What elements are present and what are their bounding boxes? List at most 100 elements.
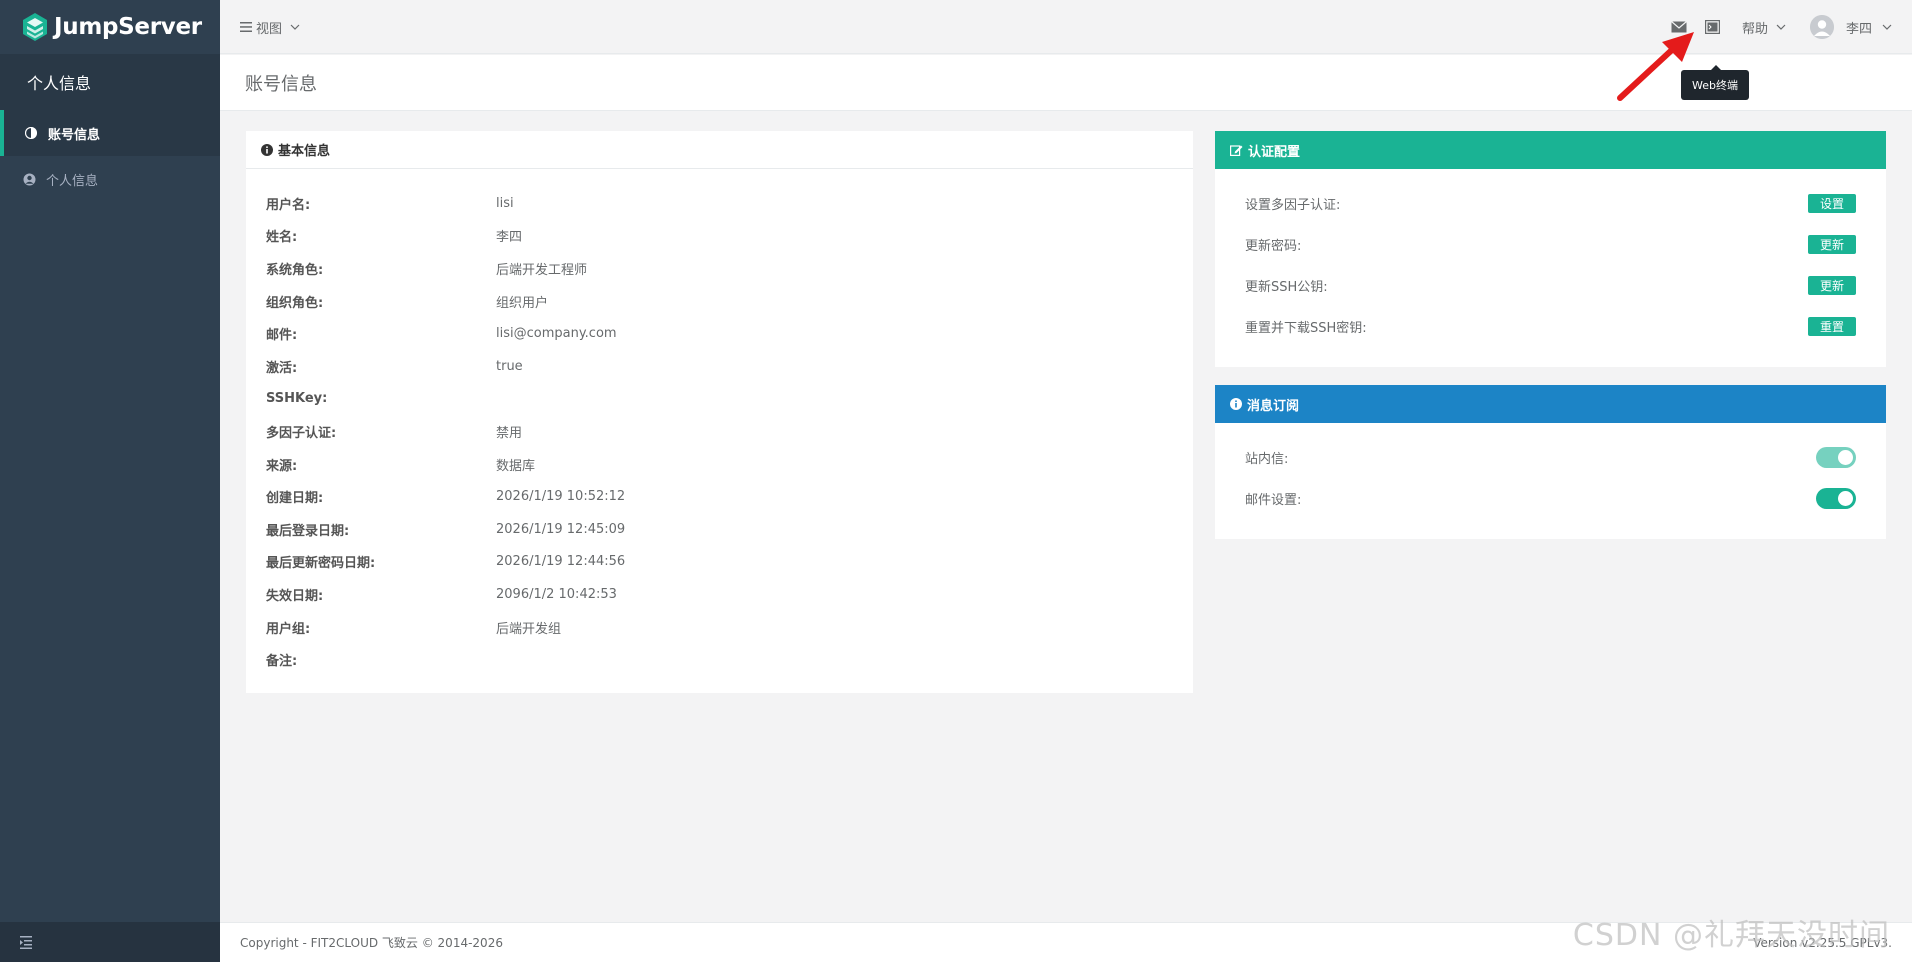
auth-option-label: 更新SSH公钥: <box>1245 280 1328 295</box>
toggle-knob <box>1838 450 1853 465</box>
info-label: 多因子认证: <box>266 425 337 441</box>
edit-icon <box>1230 144 1243 156</box>
info-label: 备注: <box>266 654 298 670</box>
sidebar-section-title: 个人信息 <box>0 54 220 110</box>
info-row-active: 激活: true <box>266 350 1193 383</box>
sidebar: JumpServer 个人信息 账号信息 个人信息 <box>0 0 220 962</box>
info-row-comment: 备注: <box>266 643 1193 676</box>
basic-info-panel: 基本信息 用户名: lisi 姓名: 李四 系统角色: 后端开发工程师 组织角色: 组织… <box>246 131 1193 693</box>
subscription-list: 站内信: 邮件设置: <box>1215 423 1886 519</box>
brand-name: JumpServer <box>54 14 202 40</box>
half-circle-icon <box>24 126 38 140</box>
info-value: 李四 <box>496 230 523 246</box>
info-circle-icon <box>261 143 273 156</box>
view-menu-label: 视图 <box>256 21 283 37</box>
site-message-toggle[interactable] <box>1816 447 1856 468</box>
info-row-name: 姓名: 李四 <box>266 220 1193 253</box>
info-value: 禁用 <box>496 425 523 441</box>
email-toggle[interactable] <box>1816 488 1856 509</box>
info-label: 系统角色: <box>266 262 324 278</box>
user-menu[interactable]: 李四 <box>1809 15 1892 39</box>
info-row-username: 用户名: lisi <box>266 187 1193 220</box>
update-password-button[interactable]: 更新 <box>1808 235 1856 254</box>
info-label: 最后登录日期: <box>266 523 350 539</box>
auth-config-panel: 认证配置 设置多因子认证: 设置 更新密码: 更新 更新SSH公钥: 更新 重置… <box>1215 131 1886 367</box>
info-value: 后端开发组 <box>496 621 562 637</box>
user-circle-icon <box>22 172 36 186</box>
auth-config-list: 设置多因子认证: 设置 更新密码: 更新 更新SSH公钥: 更新 重置并下载SS… <box>1215 169 1886 347</box>
info-value: 数据库 <box>496 458 536 474</box>
web-terminal-tooltip: Web终端 <box>1681 65 1749 100</box>
copyright-text: Copyright - FIT2CLOUD 飞致云 © 2014-2026 <box>240 936 503 950</box>
info-label: 用户组: <box>266 621 311 637</box>
toggle-knob <box>1838 491 1853 506</box>
info-value: 后端开发工程师 <box>496 262 588 278</box>
info-label: 用户名: <box>266 197 311 213</box>
info-label: 最后更新密码日期: <box>266 556 376 572</box>
auth-option-label: 设置多因子认证: <box>1245 198 1341 213</box>
auth-option-ssh-public-key: 更新SSH公钥: 更新 <box>1245 265 1856 306</box>
logo[interactable]: JumpServer <box>0 0 220 54</box>
avatar <box>1809 15 1834 39</box>
subscription-option-label: 站内信: <box>1245 452 1289 467</box>
info-row-expires: 失效日期: 2096/1/2 10:42:53 <box>266 578 1193 611</box>
view-menu[interactable]: 视图 <box>240 0 300 54</box>
setup-mfa-button[interactable]: 设置 <box>1808 194 1856 213</box>
sidebar-item-account-info[interactable]: 账号信息 <box>0 110 220 156</box>
topbar-actions: 帮助 李四 <box>1671 0 1892 54</box>
info-row-mfa: 多因子认证: 禁用 <box>266 415 1193 448</box>
basic-info-list: 用户名: lisi 姓名: 李四 系统角色: 后端开发工程师 组织角色: 组织用户 邮件… <box>246 169 1193 676</box>
auth-option-mfa: 设置多因子认证: 设置 <box>1245 183 1856 224</box>
info-label: 激活: <box>266 360 298 376</box>
info-value: lisi@company.com <box>496 326 617 342</box>
update-ssh-key-button[interactable]: 更新 <box>1808 276 1856 295</box>
info-row-password-updated: 最后更新密码日期: 2026/1/19 12:44:56 <box>266 546 1193 579</box>
help-menu[interactable]: 帮助 <box>1742 18 1786 37</box>
info-label: 创建日期: <box>266 491 324 507</box>
subscription-header: 消息订阅 <box>1215 385 1886 423</box>
reset-ssh-key-button[interactable]: 重置 <box>1808 317 1856 336</box>
info-value: lisi <box>496 195 514 211</box>
sidebar-item-label: 个人信息 <box>46 173 99 189</box>
info-row-last-login: 最后登录日期: 2026/1/19 12:45:09 <box>266 513 1193 546</box>
auth-option-label: 重置并下载SSH密钥: <box>1245 321 1367 336</box>
info-circle-icon <box>1230 398 1242 410</box>
auth-config-header: 认证配置 <box>1215 131 1886 169</box>
menu-collapse-icon <box>20 936 32 949</box>
info-label: 组织角色: <box>266 295 324 311</box>
info-value: true <box>496 358 523 374</box>
auth-option-password: 更新密码: 更新 <box>1245 224 1856 265</box>
info-value: 2026/1/19 12:45:09 <box>496 521 626 537</box>
help-label: 帮助 <box>1741 21 1768 37</box>
watermark: CSDN @礼拜天没时间 <box>1572 918 1890 953</box>
sidebar-item-label: 账号信息 <box>48 127 101 143</box>
subscription-panel: 消息订阅 站内信: 邮件设置: <box>1215 385 1886 539</box>
auth-config-title: 认证配置 <box>1248 144 1301 160</box>
info-row-created: 创建日期: 2026/1/19 10:52:12 <box>266 480 1193 513</box>
info-value: 2096/1/2 10:42:53 <box>496 586 617 602</box>
auth-option-reset-ssh-key: 重置并下载SSH密钥: 重置 <box>1245 306 1856 347</box>
info-row-sshkey: SSHKey: <box>266 383 1193 416</box>
info-row-org-role: 组织角色: 组织用户 <box>266 285 1193 318</box>
chevron-down-icon <box>1882 24 1892 30</box>
web-terminal-button[interactable] <box>1704 20 1720 34</box>
info-value: 2026/1/19 10:52:12 <box>496 489 626 505</box>
subscription-option-label: 邮件设置: <box>1245 493 1302 508</box>
info-row-system-role: 系统角色: 后端开发工程师 <box>266 252 1193 285</box>
jumpserver-logo-icon <box>23 13 47 41</box>
subscription-option-email: 邮件设置: <box>1245 478 1856 519</box>
info-label: 邮件: <box>266 328 298 344</box>
basic-info-title: 基本信息 <box>278 144 331 159</box>
chevron-down-icon <box>290 24 300 30</box>
terminal-icon <box>1704 20 1720 34</box>
info-label: SSHKey: <box>266 391 328 407</box>
info-label: 失效日期: <box>266 588 324 604</box>
info-row-email: 邮件: lisi@company.com <box>266 317 1193 350</box>
sidebar-collapse-toggle[interactable] <box>0 922 220 962</box>
user-name: 李四 <box>1845 21 1872 37</box>
chevron-down-icon <box>1776 24 1786 30</box>
subscription-option-site-message: 站内信: <box>1245 437 1856 478</box>
info-label: 来源: <box>266 458 298 474</box>
info-value: 组织用户 <box>496 295 549 311</box>
sidebar-item-personal-info[interactable]: 个人信息 <box>0 156 220 202</box>
